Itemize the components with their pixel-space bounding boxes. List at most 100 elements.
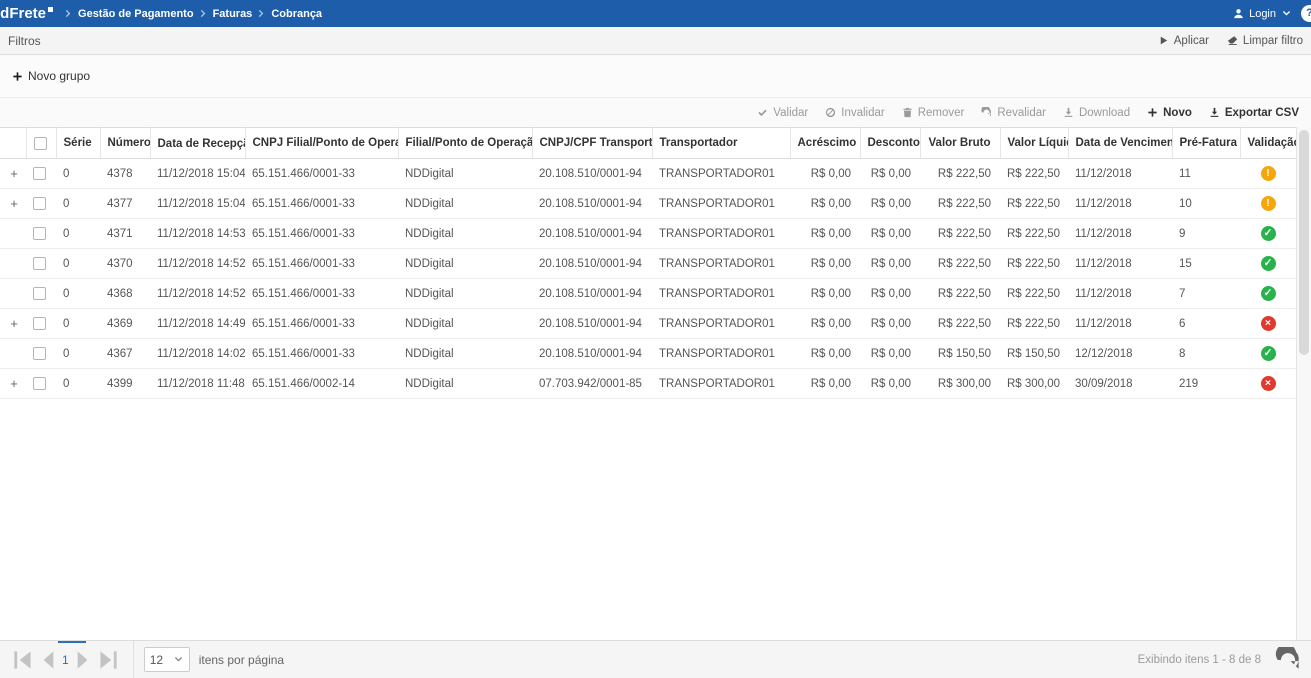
- apply-filter-button[interactable]: Aplicar: [1158, 35, 1209, 47]
- table-row[interactable]: +0439911/12/2018 11:4865.151.466/0002-14…: [0, 369, 1296, 399]
- export-csv-button[interactable]: Exportar CSV: [1209, 107, 1299, 119]
- refresh-button[interactable]: [1275, 647, 1301, 673]
- table-row[interactable]: +0437811/12/2018 15:0465.151.466/0001-33…: [0, 159, 1296, 189]
- column-header-data_vencimento[interactable]: Data de Vencimento: [1068, 128, 1172, 159]
- remove-button[interactable]: Remover: [902, 107, 965, 119]
- filters-bar: Filtros Aplicar Limpar filtro: [0, 27, 1311, 55]
- cell-validacao: ✓: [1240, 219, 1296, 249]
- column-header-pre_fatura[interactable]: Pré-Fatura: [1172, 128, 1240, 159]
- cell-acrescimo: R$ 0,00: [790, 219, 860, 249]
- chevron-right-icon: [198, 8, 209, 19]
- cell-filial: NDDigital: [398, 369, 532, 399]
- table-row[interactable]: 0437111/12/2018 14:5365.151.466/0001-33N…: [0, 219, 1296, 249]
- cell-serie: 0: [56, 159, 100, 189]
- row-checkbox[interactable]: [33, 227, 46, 240]
- clear-filter-label: Limpar filtro: [1243, 35, 1303, 47]
- checkbox-cell: [26, 279, 56, 309]
- expand-row-button[interactable]: +: [7, 166, 21, 181]
- trash-icon: [902, 107, 913, 118]
- revalidate-button[interactable]: Revalidar: [981, 107, 1046, 119]
- cell-valor_liquido: R$ 222,50: [1000, 279, 1068, 309]
- cell-desconto: R$ 0,00: [860, 309, 920, 339]
- column-header-valor_liquido[interactable]: Valor Líquido: [1000, 128, 1068, 159]
- cell-data_recepcao: 11/12/2018 14:49: [150, 309, 245, 339]
- column-header-data_recepcao[interactable]: Data de Recepção: [150, 128, 245, 159]
- select-all-checkbox[interactable]: [34, 137, 47, 150]
- column-label-valor_bruto: Valor Bruto: [929, 137, 991, 149]
- table-row[interactable]: 0436711/12/2018 14:0265.151.466/0001-33N…: [0, 339, 1296, 369]
- expand-row-button[interactable]: +: [7, 316, 21, 331]
- last-page-button[interactable]: [95, 647, 121, 673]
- cell-pre_fatura: 11: [1172, 159, 1240, 189]
- column-header-transportador[interactable]: Transportador: [652, 128, 790, 159]
- chevron-down-icon: [1281, 8, 1292, 19]
- cell-desconto: R$ 0,00: [860, 249, 920, 279]
- row-checkbox[interactable]: [33, 317, 46, 330]
- cell-filial: NDDigital: [398, 339, 532, 369]
- table-row[interactable]: 0437011/12/2018 14:5265.151.466/0001-33N…: [0, 249, 1296, 279]
- checkbox-cell: [26, 339, 56, 369]
- breadcrumb-item[interactable]: Gestão de Pagamento: [78, 8, 194, 20]
- cell-cnpj_filial: 65.151.466/0001-33: [245, 159, 398, 189]
- column-header-numero[interactable]: Número: [100, 128, 150, 159]
- validation-success-icon: ✓: [1261, 256, 1276, 271]
- cell-data_recepcao: 11/12/2018 15:04: [150, 159, 245, 189]
- column-header-validacao[interactable]: Validação: [1240, 128, 1296, 159]
- breadcrumb-item[interactable]: Cobrança: [271, 8, 322, 20]
- row-checkbox[interactable]: [33, 167, 46, 180]
- validation-success-icon: ✓: [1261, 346, 1276, 361]
- cell-cnpj_filial: 65.151.466/0001-33: [245, 189, 398, 219]
- help-icon[interactable]: ?: [1301, 5, 1311, 22]
- row-checkbox[interactable]: [33, 287, 46, 300]
- cell-valor_liquido: R$ 222,50: [1000, 219, 1068, 249]
- column-header-valor_bruto[interactable]: Valor Bruto: [920, 128, 1000, 159]
- column-header-desconto[interactable]: Desconto: [860, 128, 920, 159]
- cell-pre_fatura: 7: [1172, 279, 1240, 309]
- cell-serie: 0: [56, 279, 100, 309]
- login-menu[interactable]: Login: [1233, 8, 1292, 20]
- column-header-filial[interactable]: Filial/Ponto de Operação: [398, 128, 532, 159]
- vertical-scrollbar[interactable]: [1296, 127, 1311, 640]
- cell-cnpj_transportador: 20.108.510/0001-94: [532, 189, 652, 219]
- row-checkbox[interactable]: [33, 347, 46, 360]
- table-row[interactable]: +0436911/12/2018 14:4965.151.466/0001-33…: [0, 309, 1296, 339]
- chevron-right-icon: [256, 8, 267, 19]
- new-button[interactable]: Novo: [1147, 107, 1192, 119]
- invalidate-button[interactable]: Invalidar: [825, 107, 884, 119]
- scrollbar-thumb[interactable]: [1299, 130, 1309, 355]
- new-group-button[interactable]: Novo grupo: [12, 69, 90, 83]
- expand-row-button[interactable]: +: [7, 376, 21, 391]
- validation-warning-icon: !: [1261, 166, 1276, 181]
- apply-filter-label: Aplicar: [1174, 35, 1209, 47]
- app-logo[interactable]: ddFrete: [0, 5, 53, 22]
- table-row[interactable]: 0436811/12/2018 14:5265.151.466/0001-33N…: [0, 279, 1296, 309]
- cell-cnpj_transportador: 20.108.510/0001-94: [532, 159, 652, 189]
- prev-page-button[interactable]: [36, 647, 62, 673]
- column-header-acrescimo[interactable]: Acréscimo: [790, 128, 860, 159]
- play-icon: [1158, 35, 1169, 46]
- page-1-button[interactable]: 1: [62, 653, 69, 667]
- cell-validacao: !: [1240, 159, 1296, 189]
- row-checkbox[interactable]: [33, 257, 46, 270]
- breadcrumb-item[interactable]: Faturas: [213, 8, 253, 20]
- row-checkbox[interactable]: [33, 197, 46, 210]
- table-row[interactable]: +0437711/12/2018 15:0465.151.466/0001-33…: [0, 189, 1296, 219]
- column-header-serie[interactable]: Série: [56, 128, 100, 159]
- column-label-data_recepcao: Data de Recepção: [158, 138, 246, 150]
- first-page-button[interactable]: [10, 647, 36, 673]
- cell-transportador: TRANSPORTADOR01: [652, 159, 790, 189]
- expand-row-button[interactable]: +: [7, 196, 21, 211]
- download-button[interactable]: Download: [1063, 107, 1130, 119]
- clear-filter-button[interactable]: Limpar filtro: [1227, 35, 1303, 47]
- row-checkbox[interactable]: [33, 377, 46, 390]
- cell-serie: 0: [56, 369, 100, 399]
- column-header-cnpj_transportador[interactable]: CNPJ/CPF Transportador: [532, 128, 652, 159]
- column-header-cnpj_filial[interactable]: CNPJ Filial/Ponto de Operação: [245, 128, 398, 159]
- page-size-select[interactable]: 12: [144, 647, 190, 672]
- cell-cnpj_filial: 65.151.466/0001-33: [245, 219, 398, 249]
- validate-button[interactable]: Validar: [757, 107, 808, 119]
- next-page-button[interactable]: [69, 647, 95, 673]
- checkbox-cell: [26, 249, 56, 279]
- cell-serie: 0: [56, 219, 100, 249]
- cell-desconto: R$ 0,00: [860, 279, 920, 309]
